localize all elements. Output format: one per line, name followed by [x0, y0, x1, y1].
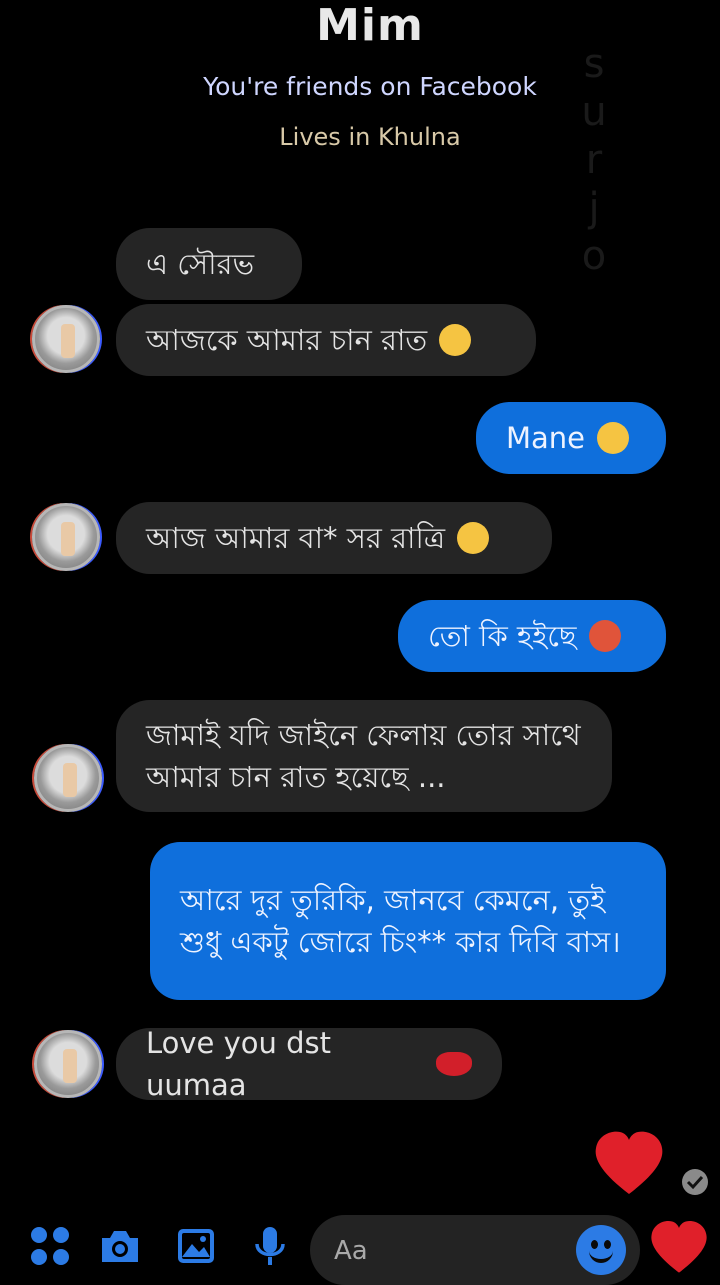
rolling-eyes-icon: [597, 422, 630, 454]
contact-avatar[interactable]: [34, 744, 102, 812]
message-input[interactable]: [332, 1229, 576, 1273]
watermark-letter: s: [583, 41, 605, 87]
message-text: জামাই যদি জাইনে ফেলায় তোর সাথে আমার চান…: [146, 718, 581, 794]
hugging-face-icon: [439, 324, 472, 356]
outgoing-message[interactable]: আরে দুর তুরিকি, জানবে কেমনে, তুই শুধু এক…: [150, 842, 666, 1000]
message-text: Mane: [506, 421, 586, 455]
incoming-message[interactable]: জামাই যদি জাইনে ফেলায় তোর সাথে আমার চান…: [116, 700, 612, 812]
tears-of-joy-icon: [457, 522, 490, 554]
microphone-icon[interactable]: [248, 1224, 292, 1268]
message-text: আজ আমার বা* সর রাত্রি: [146, 521, 446, 555]
contact-avatar[interactable]: [32, 305, 100, 373]
message-text: এ সৌরভ: [146, 247, 255, 281]
outgoing-message[interactable]: তো কি হইছে: [398, 600, 666, 672]
watermark-letter: j: [588, 185, 600, 231]
contact-avatar[interactable]: [32, 503, 100, 571]
incoming-message[interactable]: আজ আমার বা* সর রাত্রি: [116, 502, 552, 574]
camera-icon[interactable]: [98, 1224, 142, 1268]
kiss-lips-icon: [436, 1052, 472, 1076]
emoji-icon[interactable]: [576, 1225, 626, 1275]
incoming-message[interactable]: Love you dst uumaa: [116, 1026, 502, 1102]
outgoing-message[interactable]: Mane: [476, 402, 666, 474]
contact-avatar[interactable]: [34, 1030, 102, 1098]
incoming-message[interactable]: আজকে আমার চান রাত: [116, 304, 536, 376]
incoming-message[interactable]: এ সৌরভ: [116, 228, 302, 300]
seen-check-icon: [682, 1169, 708, 1195]
angry-face-icon: [588, 620, 621, 652]
watermark-letter: o: [581, 233, 607, 279]
gallery-icon[interactable]: [174, 1224, 218, 1268]
like-heart-button[interactable]: [648, 1218, 710, 1276]
heart-icon: [595, 1131, 663, 1194]
message-text: আরে দুর তুরিকি, জানবে কেমনে, তুই শুধু এক…: [180, 883, 621, 959]
watermark-letter: u: [581, 89, 607, 135]
watermark: s u r j o: [574, 40, 614, 280]
watermark-letter: r: [585, 137, 603, 183]
message-text: Love you dst uumaa: [146, 1026, 332, 1102]
message-text: আজকে আমার চান রাত: [146, 323, 428, 357]
menu-dots-icon[interactable]: [28, 1224, 72, 1268]
message-composer[interactable]: [310, 1215, 640, 1285]
message-text: তো কি হইছে: [428, 619, 577, 653]
